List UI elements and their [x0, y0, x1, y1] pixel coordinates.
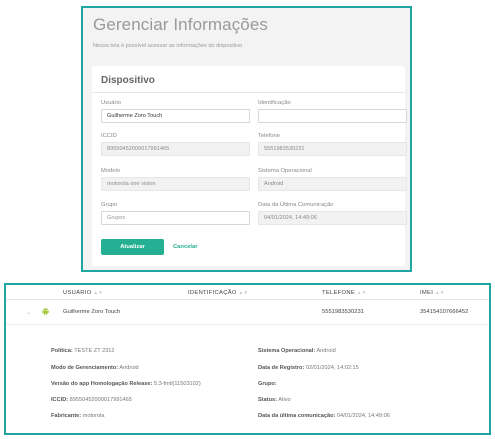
column-header-user[interactable]: USUÁRIO ▲▼	[63, 290, 103, 296]
column-header-identification-label: IDENTIFICAÇÃO	[188, 290, 237, 296]
iccid-input: 89550452000017991465	[101, 142, 250, 156]
row-user: Guilherme Zoro Touch	[63, 309, 121, 315]
os-label: Sistema Operacional	[258, 168, 312, 174]
row-divider	[6, 324, 489, 325]
group-select[interactable]: Grupos	[101, 211, 250, 225]
cancel-button[interactable]: Cancelar	[173, 239, 198, 255]
detail-status: Status: Ativo	[258, 397, 291, 403]
sort-icon: ▲▼	[357, 290, 367, 295]
identification-input[interactable]	[258, 109, 407, 123]
detail-os: Sistema Operacional: Android	[258, 348, 336, 354]
identification-label: Identificação	[258, 100, 291, 106]
row-phone: 5551983530231	[322, 309, 364, 315]
detail-iccid: ICCID: 89550452000017991465	[51, 397, 132, 403]
last-communication-input: 04/01/2024, 14:49:06	[258, 211, 407, 225]
user-label: Usuário	[101, 100, 121, 106]
device-card: Dispositivo Usuário Guilherme Zoro Touch…	[92, 66, 407, 266]
column-header-user-label: USUÁRIO	[63, 290, 92, 296]
update-button[interactable]: Atualizar	[101, 239, 164, 255]
detail-last-communication: Data da última comunicação: 04/01/2024, …	[258, 413, 390, 419]
model-label: Modelo	[101, 168, 121, 174]
detail-group: Grupo:	[258, 381, 277, 387]
column-header-phone-label: TELEFONE	[322, 290, 356, 296]
os-input: Android	[258, 177, 407, 191]
detail-app-version: Versão do app Homologação Release: 5.3-f…	[51, 381, 201, 387]
manage-info-panel: Gerenciar Informações Nessa tela é possí…	[81, 6, 412, 272]
detail-management-mode: Modo de Gerenciamento: Android	[51, 365, 139, 371]
android-icon	[41, 308, 50, 316]
sort-icon: ▲▼	[93, 290, 104, 295]
model-input: motorola one vision	[101, 177, 250, 191]
column-header-phone[interactable]: TELEFONE ▲▼	[322, 290, 367, 296]
detail-manufacturer: Fabricante: motorola	[51, 413, 105, 419]
sort-icon: ▲▼	[435, 290, 445, 295]
card-divider	[92, 92, 405, 93]
iccid-label: ICCID	[101, 133, 117, 139]
header-divider	[6, 299, 489, 300]
phone-input: 5551983530231	[258, 142, 407, 156]
detail-registration-date: Data de Registro: 02/01/2024, 14:02:15	[258, 365, 359, 371]
last-communication-label: Data da Última Comunicação	[258, 202, 334, 208]
page-subtitle: Nessa tela é possível acessar as informa…	[93, 43, 243, 49]
sort-icon: ▲▼	[238, 290, 249, 295]
column-header-identification[interactable]: IDENTIFICAÇÃO ▲▼	[188, 290, 248, 296]
user-input[interactable]: Guilherme Zoro Touch	[101, 109, 250, 123]
group-label: Grupo	[101, 202, 118, 208]
column-header-imei[interactable]: IMEI ▲▼	[420, 290, 445, 296]
page-title: Gerenciar Informações	[93, 15, 269, 34]
phone-label: Telefone	[258, 133, 280, 139]
row-imei: 354154107666452	[420, 309, 469, 315]
card-title: Dispositivo	[101, 75, 155, 86]
column-header-imei-label: IMEI	[420, 290, 434, 296]
device-table-panel: USUÁRIO ▲▼ IDENTIFICAÇÃO ▲▼ TELEFONE ▲▼ IME…	[4, 283, 491, 435]
detail-policy: Política: TESTE ZT 2312	[51, 348, 115, 354]
chevron-down-icon[interactable]: ⌄	[26, 309, 31, 316]
